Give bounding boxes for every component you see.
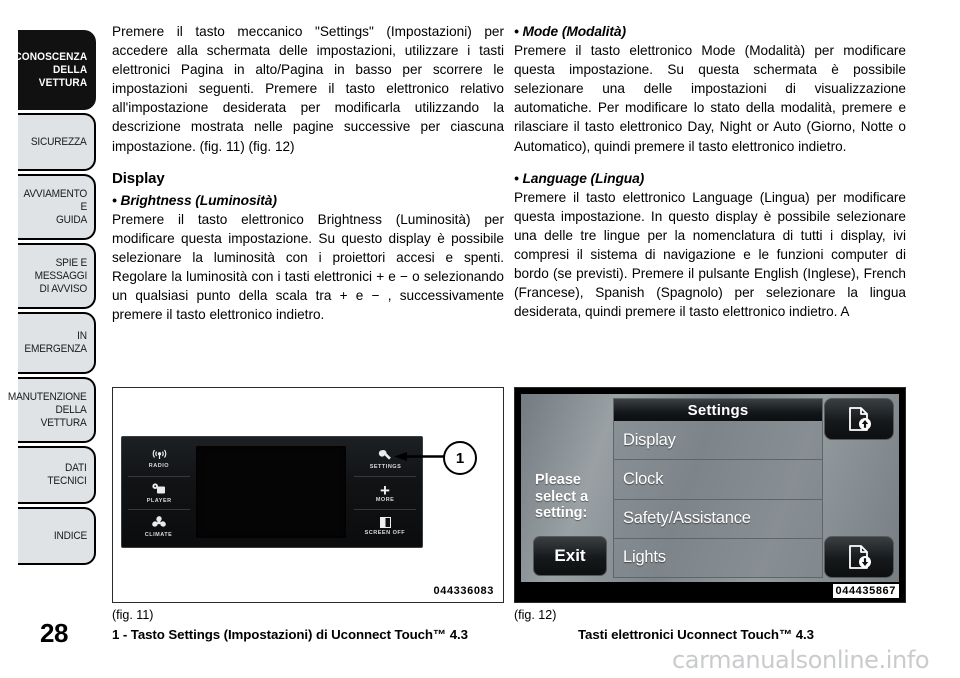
head-unit-button-label: RADIO [148,463,170,470]
figure-11: RADIO PLAYER CLIMATE SETTINGS + MORE SCR… [112,387,504,603]
figure-11-subcaption: 1 - Tasto Settings (Impostazioni) di Uco… [112,627,468,642]
bullet-heading-mode: • Mode (Modalità) [514,24,626,39]
sidebar-tab-avviamento-e-guida[interactable]: AVVIAMENTO E GUIDA [18,174,96,240]
settings-list-item-lights[interactable]: Lights [614,539,822,577]
bullet-heading-brightness: • Brightness (Luminosità) [112,192,277,208]
section-tab-rail: CONOSCENZA DELLA VETTURA SICUREZZA AVVIA… [8,30,96,568]
figure-12-code: 044435867 [832,584,899,598]
settings-list-item-display[interactable]: Display [614,421,822,461]
head-unit-button-label: CLIMATE [145,531,173,538]
settings-page-up-button[interactable] [824,398,894,440]
manual-page: CONOSCENZA DELLA VETTURA SICUREZZA AVVIA… [0,0,960,678]
settings-exit-button[interactable]: Exit [533,536,607,576]
page-number: 28 [40,618,68,648]
head-unit-more-button[interactable]: + MORE [354,477,416,511]
head-unit-screen-off-button[interactable]: SCREEN OFF [354,510,416,543]
head-unit-player-button[interactable]: PLAYER [128,477,190,511]
head-unit-left-button-column: RADIO PLAYER CLIMATE [128,443,190,543]
language-paragraph: Premere il tasto elettronico Language (L… [514,189,906,320]
media-player-icon [152,482,166,497]
sidebar-tab-dati-tecnici[interactable]: DATI TECNICI [18,446,96,504]
sidebar-tab-label: CONOSCENZA DELLA VETTURA [14,50,87,89]
sidebar-tab-label: IN EMERGENZA [24,330,88,355]
sidebar-tab-label: INDICE [53,529,87,542]
figure-11-caption: (fig. 11) [112,608,154,622]
head-unit-button-label: MORE [375,496,395,503]
sidebar-tab-spie-e-messaggi-di-avviso[interactable]: SPIE E MESSAGGI DI AVVISO [18,243,96,309]
intro-paragraph: Premere il tasto meccanico "Settings" (I… [112,24,504,154]
head-unit-button-label: SETTINGS [369,463,401,470]
brightness-paragraph: Premere il tasto elettronico Brightness … [112,211,504,323]
sidebar-tab-label: SPIE E MESSAGGI DI AVVISO [34,256,87,295]
radio-waves-icon [152,449,167,462]
sidebar-tab-label: DATI TECNICI [47,462,87,487]
figure-12-subcaption: Tasti elettronici Uconnect Touch™ 4.3 [578,627,814,642]
callout-marker-label: 1 [455,449,465,467]
settings-prompt-text: Please select a setting: [535,472,589,521]
settings-screen-left-panel: Please select a setting: Exit [527,394,609,582]
bullet-heading-language: • Language (Lingua) [514,170,645,186]
fan-icon [152,515,166,531]
page-up-icon [849,407,871,431]
head-unit-button-label: SCREEN OFF [364,530,406,537]
settings-list: Settings Display Clock Safety/Assistance… [613,398,823,578]
head-unit-radio-button[interactable]: RADIO [128,443,190,477]
right-text-column: • Mode (Modalità) Premere il tasto elett… [514,22,906,321]
figure-12: Please select a setting: Exit Settings D… [514,387,906,603]
site-watermark: carmanualsonline.info [672,646,930,674]
settings-exit-label: Exit [554,546,586,565]
settings-list-title: Settings [614,399,822,421]
settings-page-down-button[interactable] [824,536,894,578]
plus-icon: + [380,480,390,500]
figure-11-code: 044336083 [430,584,497,598]
settings-list-item-clock[interactable]: Clock [614,460,822,500]
sidebar-tab-in-emergenza[interactable]: IN EMERGENZA [18,312,96,374]
section-heading-display: Display [112,169,165,187]
page-down-icon [849,545,871,569]
sidebar-tab-label: MANUTENZIONE DELLA VETTURA [8,390,87,429]
wrench-icon [378,449,393,463]
radio-head-unit-illustration: RADIO PLAYER CLIMATE SETTINGS + MORE SCR… [121,436,423,548]
figure-12-caption: (fig. 12) [514,608,557,622]
left-text-column: Premere il tasto meccanico "Settings" (I… [112,22,504,324]
head-unit-button-label: PLAYER [146,497,172,504]
head-unit-display-screen [196,446,346,538]
screen-off-icon [379,517,391,529]
sidebar-tab-conoscenza-della-vettura[interactable]: CONOSCENZA DELLA VETTURA [14,30,96,110]
sidebar-tab-sicurezza[interactable]: SICUREZZA [18,113,96,171]
settings-list-item-safety-assistance[interactable]: Safety/Assistance [614,500,822,539]
sidebar-tab-label: SICUREZZA [31,135,87,148]
uconnect-settings-screen: Please select a setting: Exit Settings D… [521,394,899,582]
sidebar-tab-manutenzione-della-vettura[interactable]: MANUTENZIONE DELLA VETTURA [8,377,96,443]
sidebar-tab-indice[interactable]: INDICE [18,507,96,565]
callout-marker-1: 1 [443,441,477,475]
sidebar-tab-label: AVVIAMENTO E GUIDA [23,187,87,226]
mode-paragraph: Premere il tasto elettronico Mode (Modal… [514,43,906,154]
callout-arrow-icon [394,452,444,461]
head-unit-climate-button[interactable]: CLIMATE [128,510,190,543]
